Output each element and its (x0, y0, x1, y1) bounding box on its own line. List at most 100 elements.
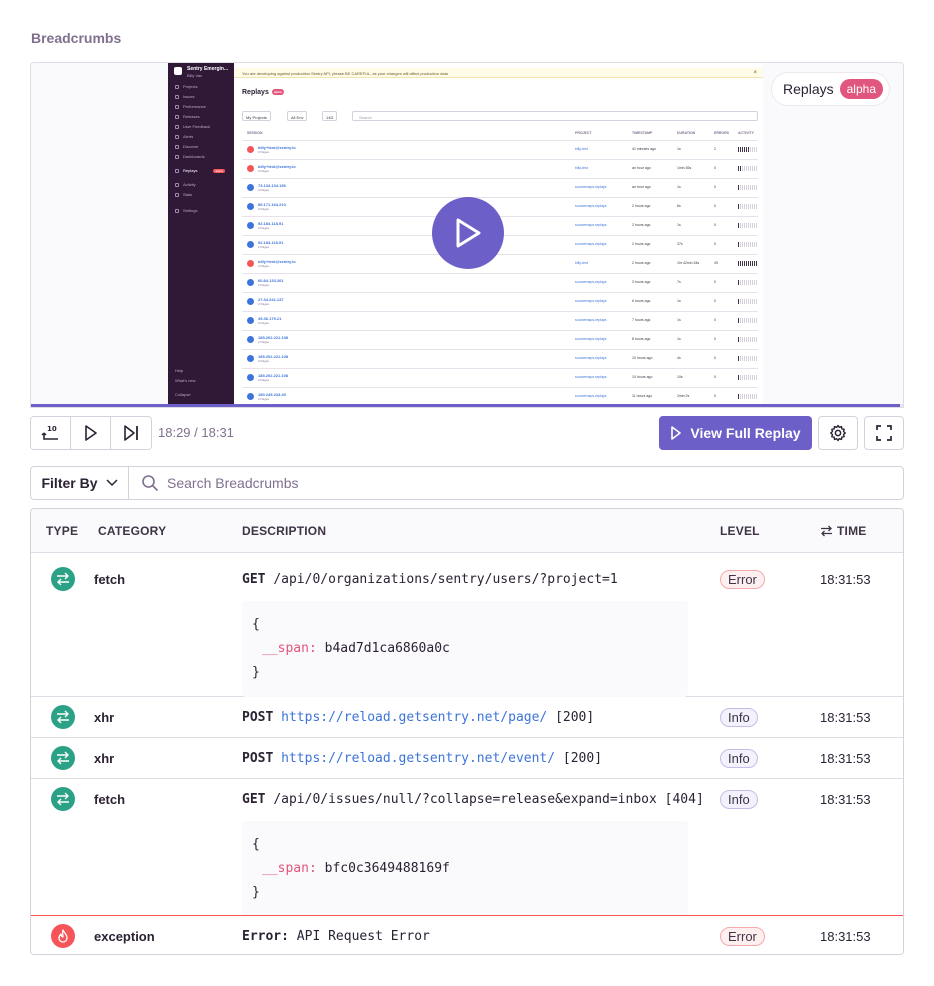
replay-nav-item: Dashboards (175, 154, 205, 159)
breadcrumb-row[interactable]: xhr POST https://reload.getsentry.net/eve… (31, 738, 903, 779)
env-filter: All Env (287, 111, 308, 121)
view-full-replay-button[interactable]: View Full Replay (659, 416, 812, 450)
replay-project: sourcemaps-replays (575, 242, 607, 246)
replay-timestamp: 2 hours ago (632, 242, 651, 246)
replays-badge: Replays alpha (772, 73, 889, 105)
header-time[interactable]: TIME (820, 524, 866, 538)
nav-icon (175, 154, 179, 159)
breadcrumb-time[interactable]: 18:31:53 (820, 572, 871, 587)
request-url: /api/0/issues/null/?collapse=release&exp… (273, 792, 657, 807)
activity-bar-fill (738, 375, 740, 380)
replay-nav-item: Issues (175, 94, 195, 99)
breadcrumb-row[interactable]: fetch GET /api/0/organizations/sentry/use… (31, 559, 903, 697)
replay-timestamp: an hour ago (632, 185, 651, 189)
replay-session-pages: 2 Pages (258, 169, 270, 173)
breadcrumb-row[interactable]: fetch GET /api/0/issues/null/?collapse=re… (31, 779, 903, 917)
filter-by-dropdown[interactable]: Filter By (31, 467, 129, 499)
replays-filters: My Projects All Env 14D Search (242, 111, 758, 121)
replay-row: billy+test@sentry.io 2 Pages billy-test an … (242, 159, 758, 178)
breadcrumb-time[interactable]: 18:31:53 (820, 751, 871, 766)
nav-icon (175, 104, 179, 109)
breadcrumb-time[interactable]: 18:31:53 (820, 710, 871, 725)
settings-button[interactable] (818, 416, 858, 450)
activity-bar-fill (738, 356, 740, 361)
avatar (247, 298, 254, 305)
playback-progress[interactable] (31, 404, 903, 407)
replay-row: 185.202.221.108 2 Pages sourcemaps-replays… (242, 330, 758, 349)
play-button[interactable] (71, 417, 111, 449)
replay-errors: 0 (714, 356, 716, 360)
play-icon (671, 426, 682, 440)
breadcrumb-description: POST https://reload.getsentry.net/event/… (242, 751, 602, 766)
replay-row: 27.34.241.137 2 Pages sourcemaps-replays 6 … (242, 292, 758, 311)
replay-errors: 0 (714, 223, 716, 227)
org-logo-icon (174, 67, 182, 75)
replay-project: sourcemaps-replays (575, 337, 607, 341)
avatar (247, 355, 254, 362)
nav-icon (175, 114, 179, 119)
data-value: bfc0c3649488169f (324, 861, 450, 876)
activity-bar (738, 204, 758, 209)
replay-duration: 1s (677, 147, 681, 151)
play-icon (84, 425, 97, 441)
request-url: API Request Error (296, 929, 430, 944)
replay-duration: 1s (677, 223, 681, 227)
activity-bar-fill (738, 318, 740, 323)
breadcrumb-row[interactable]: exception Error: API Request Error Error 18… (31, 915, 903, 954)
header-type: TYPE (46, 524, 79, 538)
search-breadcrumbs-input[interactable] (167, 475, 847, 491)
breadcrumb-category: exception (94, 929, 155, 944)
replay-project: sourcemaps-replays (575, 375, 607, 379)
replay-table-header: TIMESTAMP (632, 131, 653, 135)
replay-session-pages: 2 Pages (258, 226, 270, 230)
breadcrumb-category: fetch (94, 572, 126, 587)
replay-timestamp: 6 hours ago (632, 299, 651, 303)
fullscreen-button[interactable] (864, 416, 904, 450)
replay-session-pages: 2 Pages (258, 302, 270, 306)
avatar (247, 260, 254, 267)
nav-icon (175, 192, 179, 197)
request-method: GET (242, 572, 266, 587)
breadcrumb-category: xhr (94, 710, 115, 725)
replay-row: 89.171.164.210 2 Pages sourcemaps-replays 2… (242, 197, 758, 216)
level-badge: Info (720, 749, 758, 768)
activity-bar-fill (738, 280, 740, 285)
nav-icon (175, 208, 179, 213)
data-key: __span: (262, 861, 317, 876)
activity-bar-fill (738, 242, 740, 247)
replay-timestamp: 3 hours ago (632, 280, 651, 284)
header-level: LEVEL (720, 524, 760, 538)
skip-to-end-button[interactable] (111, 417, 151, 449)
request-url-link[interactable]: https://reload.getsentry.net/event/ (281, 751, 555, 766)
activity-bar-fill (738, 394, 740, 399)
replay-timestamp: 7 hours ago (632, 318, 651, 322)
arrows-exchange-icon (51, 787, 75, 811)
replay-player[interactable]: Sentry Emergin... Billy Vaz Projects Issu… (30, 62, 904, 408)
breadcrumb-description: Error: API Request Error (242, 929, 430, 944)
request-url-link[interactable]: https://reload.getsentry.net/page/ (281, 710, 547, 725)
date-filter: 14D (322, 111, 338, 121)
activity-bar (738, 299, 758, 304)
breadcrumb-time[interactable]: 18:31:53 (820, 792, 871, 807)
rewind-10-button[interactable]: 10 (31, 417, 71, 449)
avatar (247, 165, 254, 172)
activity-bar-fill (738, 337, 740, 342)
arrows-exchange-icon (51, 705, 75, 729)
gear-icon (830, 424, 846, 442)
replay-duration: 37s (677, 242, 683, 246)
avatar (247, 203, 254, 210)
search-wrapper (129, 467, 903, 499)
level-badge: Info (720, 708, 758, 727)
breadcrumb-row[interactable]: xhr POST https://reload.getsentry.net/pag… (31, 697, 903, 738)
replay-session-pages: 2 Pages (258, 207, 270, 211)
breadcrumb-time[interactable]: 18:31:53 (820, 929, 871, 944)
replay-timestamp: an hour ago (632, 166, 651, 170)
replay-errors: 0 (714, 318, 716, 322)
replay-nav-item: Discover (175, 144, 199, 149)
nav-icon (175, 124, 179, 129)
request-method: POST (242, 710, 274, 725)
status-code: [200] (562, 751, 603, 766)
play-overlay-button[interactable] (432, 197, 504, 269)
replay-session-pages: 2 Pages (258, 321, 270, 325)
replay-row: 60.84.133.201 2 Pages sourcemaps-replays 3 … (242, 273, 758, 292)
